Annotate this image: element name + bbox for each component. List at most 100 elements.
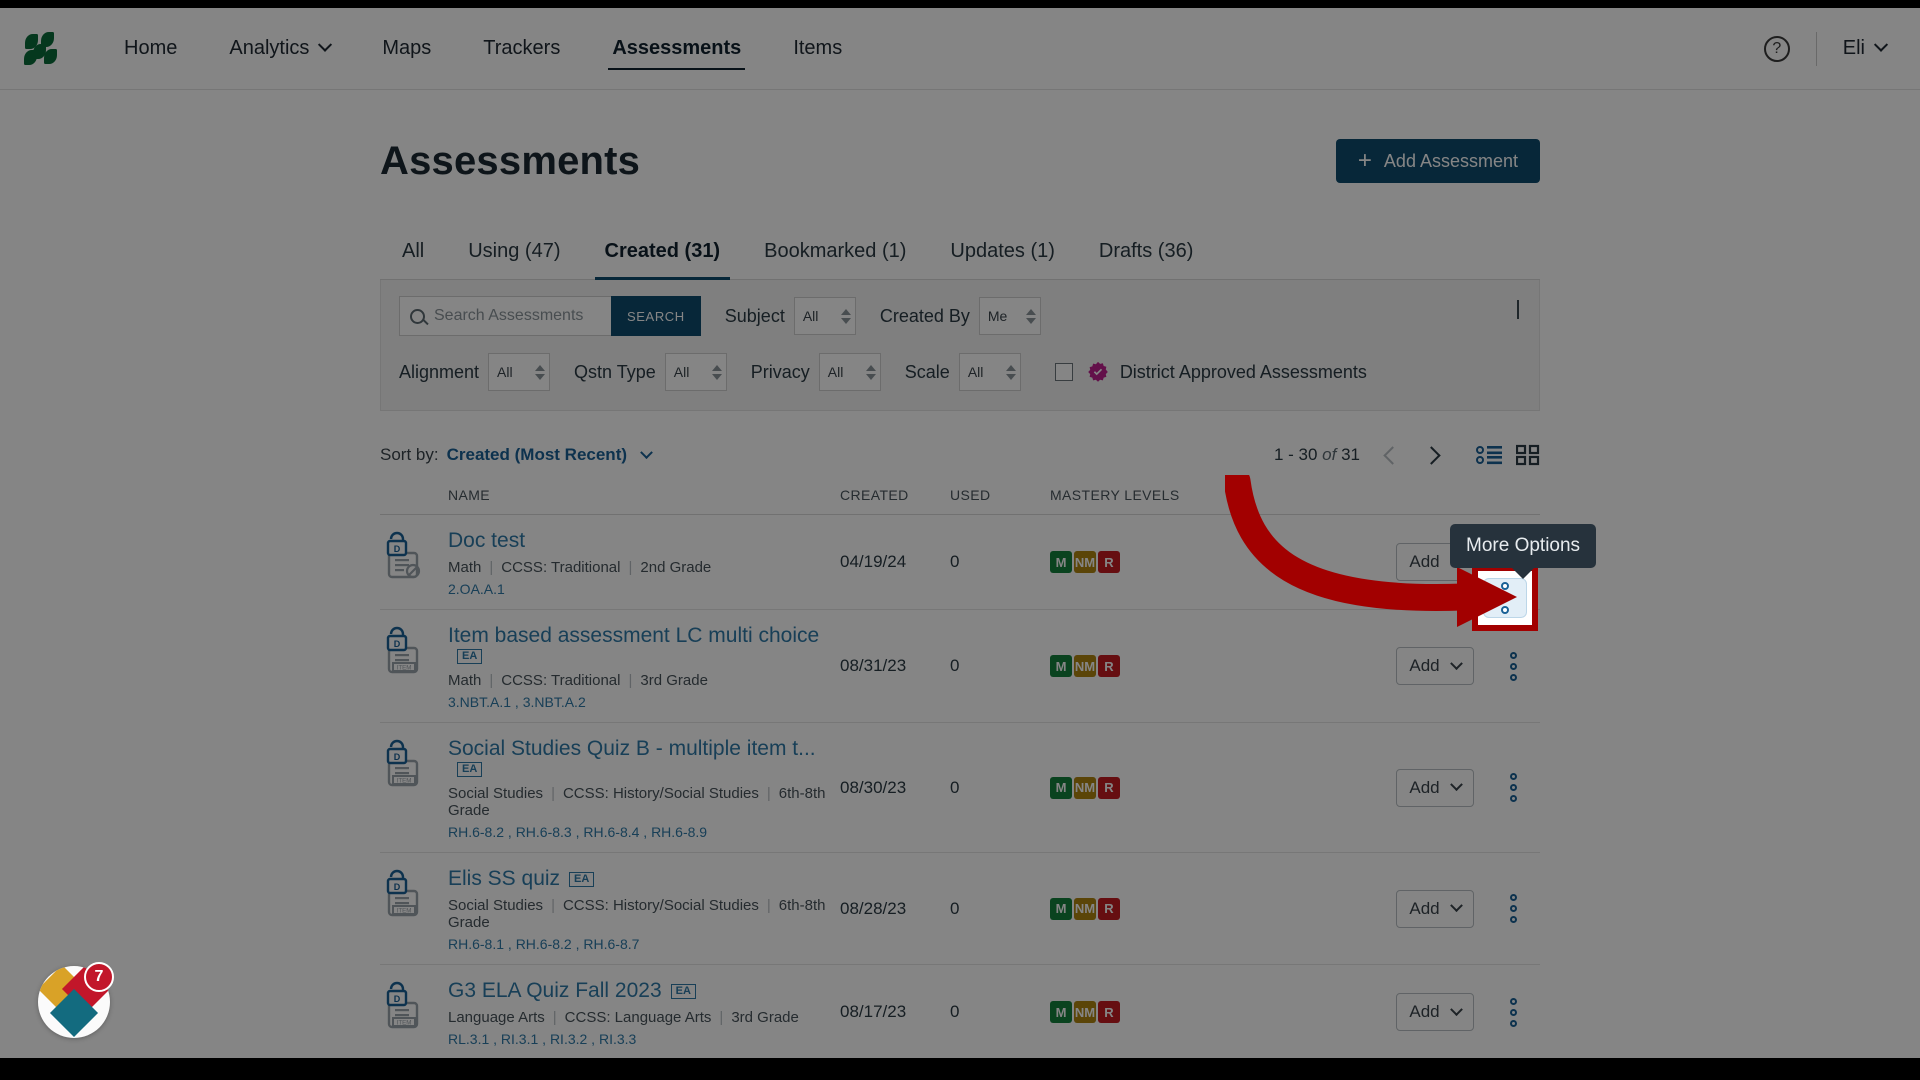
subject-select[interactable]: All	[793, 297, 856, 335]
nav-links: Home Analytics Maps Trackers Assessments…	[98, 8, 868, 90]
assessment-name-cell: ITEM D Elis SS quiz EA Social Studies | CCSS: …	[380, 853, 840, 964]
table-row[interactable]: ITEM D Elis SS quiz EA Social Studies | CCSS: …	[380, 853, 1540, 965]
tab-using[interactable]: Using (47)	[446, 240, 582, 279]
table-row[interactable]: ITEM D Item based assessment LC multi choi…	[380, 610, 1540, 723]
more-options-button[interactable]	[1496, 771, 1530, 805]
stepper-icon	[840, 308, 851, 324]
assessment-alignment: CCSS: History/Social Studies	[562, 897, 759, 914]
qstn-type-select[interactable]: All	[664, 353, 727, 391]
letterbox-bottom	[0, 1058, 1920, 1080]
table-row[interactable]: D Doc test Math | CCSS: Traditional | 2nd Grad…	[380, 515, 1540, 610]
assessment-title[interactable]: G3 ELA Quiz Fall 2023	[448, 979, 662, 1002]
add-dropdown-button[interactable]: Add	[1396, 768, 1474, 807]
filter-row-secondary: Alignment All Qstn Type All Privacy All …	[399, 350, 1521, 394]
tab-created-label: Created (31)	[604, 240, 721, 262]
sort-by-value[interactable]: Created (Most Recent)	[447, 445, 653, 465]
more-options-button[interactable]	[1496, 995, 1530, 1029]
nav-item-home[interactable]: Home	[98, 8, 203, 90]
collapse-filters-button[interactable]	[1517, 300, 1519, 320]
assessment-standards[interactable]: RL.3.1 , RI.3.1 , RI.3.2 , RI.3.3	[448, 1031, 799, 1047]
created-by-select[interactable]: Me	[978, 297, 1041, 335]
assessment-standards[interactable]: 3.NBT.A.1 , 3.NBT.A.2	[448, 694, 840, 710]
more-options-tooltip: More Options	[1450, 524, 1597, 579]
tab-all-label: All	[402, 240, 425, 262]
chevron-down-icon	[639, 446, 653, 460]
mastery-badge-m: M	[1050, 1001, 1072, 1023]
assessment-title[interactable]: Social Studies Quiz B - multiple item t.…	[448, 737, 816, 760]
filter-panel: Search Assessments SEARCH Subject All Cr…	[380, 280, 1540, 411]
table-row[interactable]: ITEM D G3 ELA Quiz Fall 2023 EA Language Art…	[380, 965, 1540, 1060]
grid-view-icon[interactable]	[1516, 444, 1540, 466]
add-assessment-button[interactable]: + Add Assessment	[1335, 139, 1540, 183]
pagination: 1 - 30 of 31	[1274, 444, 1540, 466]
next-page-button[interactable]	[1422, 445, 1441, 465]
search-input[interactable]: Search Assessments	[399, 296, 611, 336]
privacy-value: All	[827, 364, 844, 380]
assessment-standards[interactable]: RH.6-8.1 , RH.6-8.2 , RH.6-8.7	[448, 936, 840, 952]
tab-bookmarked-label: Bookmarked (1)	[764, 240, 907, 262]
nav-right-group: ? Eli	[1763, 31, 1889, 66]
assessment-title[interactable]: Elis SS quiz	[448, 867, 560, 890]
chevron-up-icon	[1517, 300, 1519, 319]
tab-updates[interactable]: Updates (1)	[928, 240, 1077, 279]
help-circle-icon[interactable]: ?	[1763, 35, 1790, 62]
top-navigation-bar: Home Analytics Maps Trackers Assessments…	[0, 8, 1920, 90]
nav-item-trackers[interactable]: Trackers	[457, 8, 586, 90]
assessment-title-line: Doc test	[448, 529, 711, 553]
more-options-button[interactable]	[1496, 892, 1530, 926]
tab-all[interactable]: All	[380, 240, 446, 279]
table-row[interactable]: ITEM D Social Studies Quiz B - multiple it…	[380, 723, 1540, 853]
add-dropdown-button[interactable]: Add	[1396, 993, 1474, 1031]
ea-badge: EA	[569, 871, 595, 887]
assessment-title-line: Elis SS quiz EA	[448, 867, 840, 891]
assessment-alignment: CCSS: History/Social Studies	[562, 785, 759, 802]
scale-select[interactable]: All	[958, 353, 1021, 391]
qstn-type-label: Qstn Type	[574, 361, 656, 382]
app-logo[interactable]	[24, 31, 64, 66]
nav-item-items[interactable]: Items	[767, 8, 868, 90]
kebab-dot	[1501, 582, 1509, 590]
document-locked-restricted-icon: D	[386, 531, 421, 579]
add-dropdown-button[interactable]: Add	[1396, 889, 1474, 928]
assessment-standards[interactable]: 2.OA.A.1	[448, 581, 711, 597]
header-mastery-levels: MASTERY LEVELS	[1050, 486, 1180, 503]
meta-separator: |	[766, 897, 771, 914]
tab-bookmarked[interactable]: Bookmarked (1)	[742, 240, 928, 279]
previous-page-button[interactable]	[1383, 445, 1402, 465]
assessment-title[interactable]: Doc test	[448, 529, 525, 552]
user-menu[interactable]: Eli	[1843, 37, 1889, 60]
assessment-created-date: 08/31/23	[840, 656, 907, 675]
district-approved-checkbox[interactable]	[1054, 363, 1073, 381]
help-beacon-widget[interactable]: 7	[38, 962, 114, 1038]
assessment-grade: 2nd Grade	[640, 559, 712, 576]
tab-drafts[interactable]: Drafts (36)	[1077, 240, 1215, 279]
stepper-icon	[535, 364, 546, 380]
assessment-grade: 3rd Grade	[640, 672, 708, 689]
mastery-badge-r: R	[1098, 655, 1120, 677]
assessment-name-cell: D Doc test Math | CCSS: Traditional | 2nd Grad…	[380, 515, 840, 609]
alignment-select[interactable]: All	[488, 353, 551, 391]
plus-icon: +	[1357, 147, 1372, 174]
search-button[interactable]: SEARCH	[611, 296, 701, 336]
assessment-title[interactable]: Item based assessment LC multi choice	[448, 624, 819, 647]
privacy-select[interactable]: All	[818, 353, 881, 391]
more-options-button[interactable]	[1483, 578, 1527, 618]
kebab-dot	[1509, 662, 1517, 670]
kebab-dot	[1501, 594, 1509, 602]
nav-item-analytics[interactable]: Analytics	[203, 8, 356, 90]
list-view-icon[interactable]	[1476, 444, 1502, 466]
assessment-standards[interactable]: RH.6-8.2 , RH.6-8.3 , RH.6-8.4 , RH.6-8.…	[448, 824, 840, 840]
nav-item-maps[interactable]: Maps	[356, 8, 457, 90]
search-button-label: SEARCH	[627, 308, 685, 324]
nav-item-assessments[interactable]: Assessments	[586, 8, 767, 90]
assessment-meta: Math | CCSS: Traditional | 2nd Grade	[448, 559, 711, 576]
assessment-meta: Social Studies | CCSS: History/Social Stud…	[448, 897, 840, 931]
tab-drafts-label: Drafts (36)	[1098, 240, 1194, 262]
assessment-subject: Math	[448, 672, 482, 689]
mastery-badge-nm: NM	[1074, 897, 1096, 920]
page-container: Assessments + Add Assessment All Using (…	[380, 132, 1540, 1080]
tab-created[interactable]: Created (31)	[583, 240, 743, 281]
meta-separator: |	[552, 1009, 557, 1026]
add-dropdown-button[interactable]: Add	[1396, 647, 1474, 685]
more-options-button[interactable]	[1496, 649, 1530, 683]
